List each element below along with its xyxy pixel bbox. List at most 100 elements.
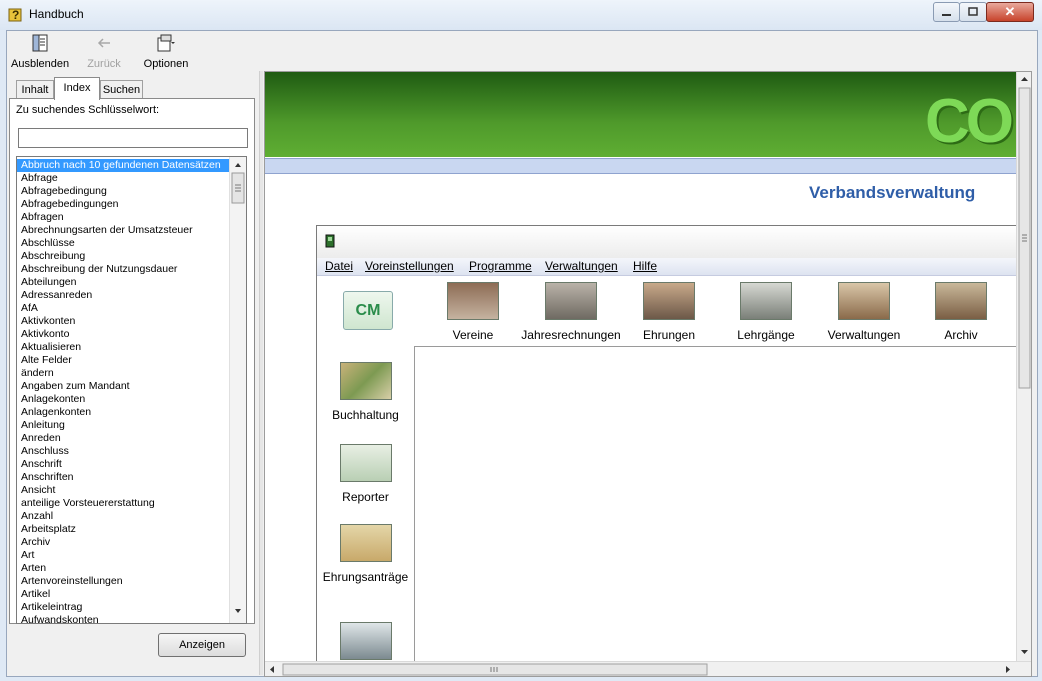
classroom-icon xyxy=(740,282,792,320)
menu-programme[interactable]: Programme xyxy=(469,259,532,273)
app-caption-bar xyxy=(317,226,1017,258)
page-title: Verbandsverwaltung xyxy=(809,183,976,202)
side-label: Buchhaltung xyxy=(332,408,399,422)
app-icon xyxy=(325,234,335,248)
index-item[interactable]: Anreden xyxy=(17,432,229,445)
nav-archiv[interactable]: Archiv xyxy=(911,282,1011,342)
index-item[interactable]: Abrechnungsarten der Umsatzsteuer xyxy=(17,224,229,237)
index-item[interactable]: Abschreibung xyxy=(17,250,229,263)
index-item[interactable]: Anlagenkonten xyxy=(17,406,229,419)
index-item[interactable]: anteilige Vorsteuererstattung xyxy=(17,497,229,510)
index-item[interactable]: Arten xyxy=(17,562,229,575)
side-item-reporter[interactable]: Reporter xyxy=(317,444,414,504)
title-bar: ? Handbuch ✕ xyxy=(0,0,1042,30)
side-item-ehrungsantraege[interactable]: Ehrungsanträge xyxy=(317,524,414,584)
back-arrow-icon xyxy=(97,38,110,48)
side-label: Ehrungsanträge xyxy=(322,570,409,584)
office-icon xyxy=(838,282,890,320)
index-item[interactable]: Abschlüsse xyxy=(17,237,229,250)
content-vertical-scrollbar[interactable] xyxy=(1016,72,1031,661)
accounting-icon xyxy=(545,282,597,320)
options-icon xyxy=(157,34,175,52)
reporter-icon xyxy=(339,444,392,482)
tab-index[interactable]: Index xyxy=(54,77,100,100)
index-item[interactable]: Abfragen xyxy=(17,211,229,224)
index-item[interactable]: Art xyxy=(17,549,229,562)
nav-vereine[interactable]: Vereine xyxy=(423,282,523,342)
keyword-label: Zu suchendes Schlüsselwort: xyxy=(16,104,160,116)
index-item[interactable]: Alte Felder xyxy=(17,354,229,367)
menu-hilfe[interactable]: Hilfe xyxy=(633,259,657,273)
tab-search[interactable]: Suchen xyxy=(100,80,143,99)
app-nav-bar: Vereine Jahresrechnungen Ehrungen Lehrgä… xyxy=(414,276,1017,347)
index-item[interactable]: Aktualisieren xyxy=(17,341,229,354)
index-item[interactable]: Abteilungen xyxy=(17,276,229,289)
index-item[interactable]: Anschluss xyxy=(17,445,229,458)
header-banner: CO xyxy=(265,72,1016,157)
index-item[interactable]: Anschriften xyxy=(17,471,229,484)
archive-icon xyxy=(935,282,987,320)
crowd-icon xyxy=(447,282,499,320)
index-list-scrollbar[interactable] xyxy=(229,157,246,623)
topic-pane: CO Verbandsverwaltung Datei Voreinstellu… xyxy=(264,71,1032,677)
pane-splitter[interactable] xyxy=(259,71,263,675)
tab-contents[interactable]: Inhalt xyxy=(16,80,54,99)
coins-icon xyxy=(339,362,392,400)
certificate-icon xyxy=(339,524,392,562)
options-button[interactable]: Optionen xyxy=(141,33,191,70)
side-item-buchhaltung[interactable]: Buchhaltung xyxy=(317,362,414,422)
content-horizontal-scrollbar[interactable] xyxy=(265,661,1031,676)
nav-verwaltungen[interactable]: Verwaltungen xyxy=(814,282,914,342)
options-label: Optionen xyxy=(143,58,189,70)
index-item[interactable]: Ansicht xyxy=(17,484,229,497)
minimize-button[interactable] xyxy=(933,2,960,22)
menu-datei[interactable]: Datei xyxy=(325,259,353,273)
award-icon xyxy=(643,282,695,320)
index-item[interactable]: Abfragebedingung xyxy=(17,185,229,198)
index-item[interactable]: Anschrift xyxy=(17,458,229,471)
index-item[interactable]: Abfragebedingungen xyxy=(17,198,229,211)
close-button[interactable]: ✕ xyxy=(986,2,1034,22)
index-item[interactable]: ändern xyxy=(17,367,229,380)
nav-label: Ehrungen xyxy=(642,328,696,342)
index-item[interactable]: Adressanreden xyxy=(17,289,229,302)
index-item[interactable]: AfA xyxy=(17,302,229,315)
index-item[interactable]: Angaben zum Mandant xyxy=(17,380,229,393)
index-item-selected[interactable]: Abbruch nach 10 gefundenen Datensätzen xyxy=(17,159,229,172)
back-button[interactable]: Zurück xyxy=(81,33,127,70)
index-item[interactable]: Artenvoreinstellungen xyxy=(17,575,229,588)
menu-verwaltungen[interactable]: Verwaltungen xyxy=(545,259,618,273)
index-list-items: Abbruch nach 10 gefundenen Datensätzen Ab… xyxy=(17,159,229,623)
index-list[interactable]: Abbruch nach 10 gefundenen Datensätzen Ab… xyxy=(16,156,247,624)
keyword-input[interactable] xyxy=(18,128,248,148)
index-item[interactable]: Abfrage xyxy=(17,172,229,185)
scrollbar-arrows-icon xyxy=(231,163,245,613)
laptop-icon xyxy=(339,622,392,660)
index-item[interactable]: Anlagekonten xyxy=(17,393,229,406)
display-button[interactable]: Anzeigen xyxy=(158,633,246,657)
nav-label: Jahresrechnungen xyxy=(521,328,621,342)
index-item[interactable]: Arbeitsplatz xyxy=(17,523,229,536)
index-item[interactable]: Anzahl xyxy=(17,510,229,523)
nav-label: Verwaltungen xyxy=(827,328,901,342)
menu-voreinstellungen[interactable]: Voreinstellungen xyxy=(365,259,454,273)
company-logo: CO xyxy=(925,87,1014,156)
help-book-icon: ? xyxy=(8,8,22,22)
nav-label: Vereine xyxy=(452,328,494,342)
index-item[interactable]: Artikel xyxy=(17,588,229,601)
nav-lehrgaenge[interactable]: Lehrgänge xyxy=(716,282,816,342)
index-item[interactable]: Artikeleintrag xyxy=(17,601,229,614)
index-item[interactable]: Abschreibung der Nutzungsdauer xyxy=(17,263,229,276)
index-item[interactable]: Archiv xyxy=(17,536,229,549)
index-item[interactable]: Aktivkonto xyxy=(17,328,229,341)
index-item[interactable]: Aufwandskonten xyxy=(17,614,229,623)
back-label: Zurück xyxy=(87,58,121,70)
hide-button[interactable]: Ausblenden xyxy=(11,33,69,70)
index-item[interactable]: Aktivkonten xyxy=(17,315,229,328)
index-item[interactable]: Anleitung xyxy=(17,419,229,432)
window-title: Handbuch xyxy=(29,7,84,21)
nav-jahresrechnungen[interactable]: Jahresrechnungen xyxy=(521,282,621,342)
app-menubar: Datei Voreinstellungen Programme Verwalt… xyxy=(317,258,1017,276)
nav-ehrungen[interactable]: Ehrungen xyxy=(619,282,719,342)
restore-button[interactable] xyxy=(959,2,987,22)
